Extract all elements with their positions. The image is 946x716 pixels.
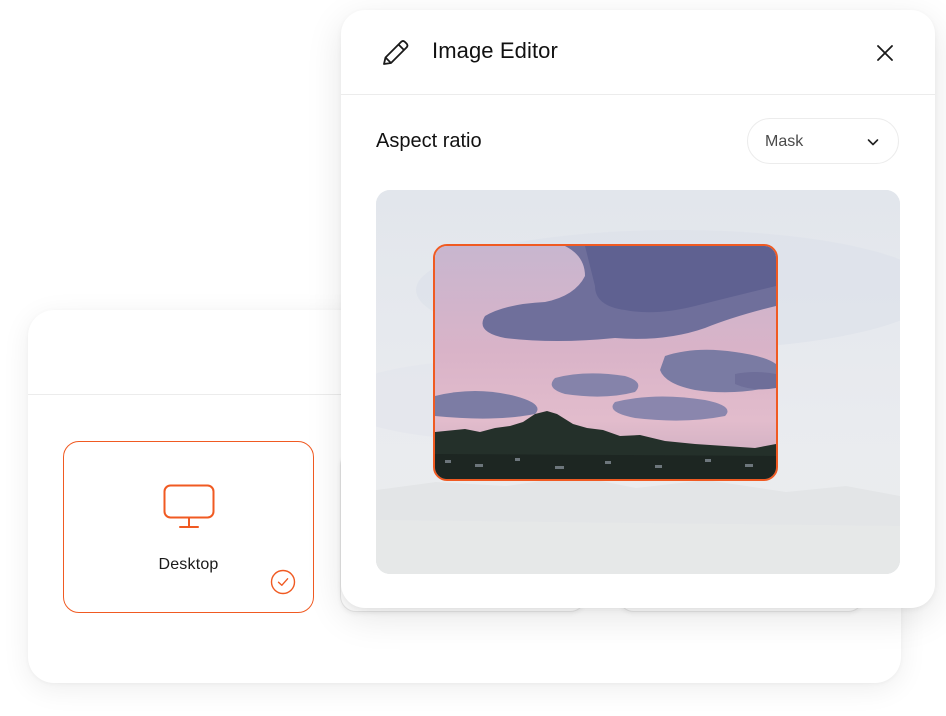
image-preview <box>376 190 900 574</box>
device-option-desktop[interactable]: Desktop <box>63 441 314 613</box>
image-editor-dialog: Image Editor Aspect ratio Mask <box>341 10 935 608</box>
dialog-title: Image Editor <box>432 38 558 63</box>
mask-dropdown[interactable]: Mask <box>747 118 899 164</box>
close-icon[interactable] <box>872 40 898 66</box>
dialog-header: Image Editor <box>341 10 935 95</box>
monitor-icon <box>163 484 215 528</box>
pencil-icon <box>383 40 409 65</box>
mask-dropdown-value: Mask <box>765 133 804 150</box>
checkmark-circle-icon <box>270 569 296 595</box>
chevron-down-icon <box>867 139 879 146</box>
cropped-landscape-image <box>435 246 776 479</box>
crop-frame[interactable] <box>433 244 778 481</box>
aspect-ratio-label: Aspect ratio <box>376 130 482 152</box>
